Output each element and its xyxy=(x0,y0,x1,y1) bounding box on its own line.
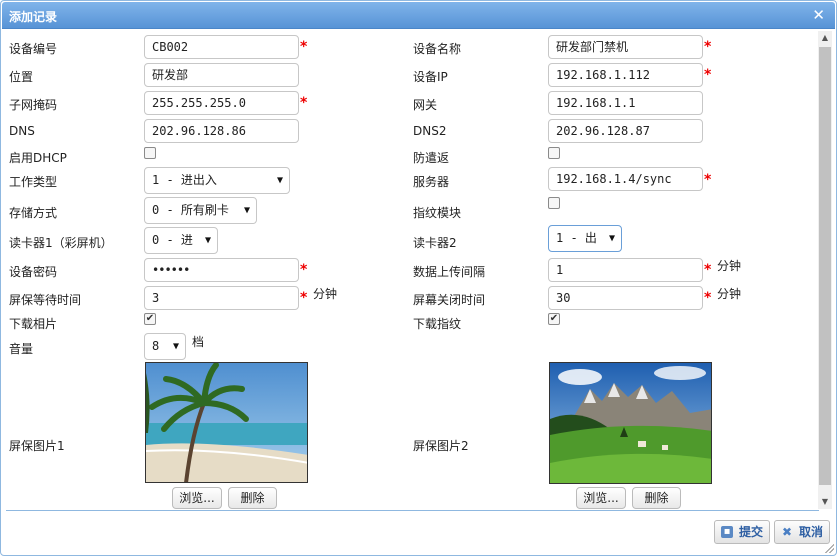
screensaver-wait-input[interactable]: 3 xyxy=(144,286,299,310)
pic1-browse-button[interactable]: 浏览... xyxy=(172,487,222,509)
reader1-label: 读卡器1（彩屏机） xyxy=(9,236,113,250)
submit-button[interactable]: ▪ 提交 xyxy=(714,520,770,544)
dropdown-arrow-icon: ▼ xyxy=(243,205,250,216)
device-name-label: 设备名称 xyxy=(413,42,462,56)
dns-label: DNS xyxy=(9,124,35,138)
download-fingerprint-label: 下载指纹 xyxy=(413,317,462,331)
close-icon[interactable]: ✕ xyxy=(812,7,825,23)
required-mark: * xyxy=(704,67,712,83)
antipassback-checkbox[interactable] xyxy=(548,147,560,159)
footer-divider xyxy=(6,510,819,511)
screensaver-wait-unit: 分钟 xyxy=(313,287,338,301)
volume-label: 音量 xyxy=(9,342,34,356)
dropdown-arrow-icon: ▼ xyxy=(172,341,179,352)
screen-off-input[interactable]: 30 xyxy=(548,286,703,310)
work-type-select[interactable]: 1 - 进出入 ▼ xyxy=(144,167,290,194)
subnet-input[interactable]: 255.255.255.0 xyxy=(144,91,299,115)
dns2-label: DNS2 xyxy=(413,124,447,138)
scroll-up-icon[interactable]: ▲ xyxy=(818,31,832,45)
volume-unit: 档 xyxy=(192,335,205,349)
storage-select[interactable]: 0 - 所有刷卡 ▼ xyxy=(144,197,257,224)
required-mark: * xyxy=(704,39,712,55)
screensaver-wait-label: 屏保等待时间 xyxy=(9,293,82,307)
required-mark: * xyxy=(704,262,712,278)
gateway-label: 网关 xyxy=(413,98,438,112)
pic1-label: 屏保图片1 xyxy=(9,439,65,453)
device-ip-label: 设备IP xyxy=(413,70,448,84)
scrollbar-thumb[interactable] xyxy=(819,47,831,485)
screen-off-label: 屏幕关闭时间 xyxy=(413,293,486,307)
server-label: 服务器 xyxy=(413,175,450,189)
upload-interval-unit: 分钟 xyxy=(717,259,742,273)
required-mark: * xyxy=(704,172,712,188)
server-input[interactable]: 192.168.1.4/sync xyxy=(548,167,703,191)
required-mark: * xyxy=(300,95,308,111)
dialog-title: 添加记录 xyxy=(9,10,58,24)
download-photo-checkbox[interactable]: ✔ xyxy=(144,313,156,325)
cancel-label: 取消 xyxy=(799,525,824,539)
pic2-delete-button[interactable]: 删除 xyxy=(632,487,681,509)
pic2-label: 屏保图片2 xyxy=(413,439,469,453)
location-label: 位置 xyxy=(9,70,34,84)
save-icon: ▪ xyxy=(721,526,733,538)
dropdown-arrow-icon: ▼ xyxy=(276,175,283,186)
add-record-dialog: 添加记录 ✕ 设备编号 CB002 * 设备名称 研发部门禁机 * 位置 研发部… xyxy=(0,0,837,556)
device-no-input[interactable]: CB002 xyxy=(144,35,299,59)
volume-select[interactable]: 8 ▼ xyxy=(144,333,186,360)
dns2-input[interactable]: 202.96.128.87 xyxy=(548,119,703,143)
cancel-button[interactable]: ✖ 取消 xyxy=(774,520,830,544)
mountain-photo xyxy=(549,362,712,484)
location-input[interactable]: 研发部 xyxy=(144,63,299,87)
beach-photo xyxy=(145,362,308,483)
screen-off-unit: 分钟 xyxy=(717,287,742,301)
upload-interval-input[interactable]: 1 xyxy=(548,258,703,282)
cancel-icon: ✖ xyxy=(781,525,793,539)
required-mark: * xyxy=(300,262,308,278)
dns-input[interactable]: 202.96.128.86 xyxy=(144,119,299,143)
work-type-value: 1 - 进出入 xyxy=(152,173,217,187)
download-fingerprint-checkbox[interactable]: ✔ xyxy=(548,313,560,325)
storage-label: 存储方式 xyxy=(9,206,58,220)
fingerprint-module-checkbox[interactable] xyxy=(548,197,560,209)
subnet-label: 子网掩码 xyxy=(9,98,58,112)
reader2-value: 1 - 出 xyxy=(556,231,597,245)
volume-value: 8 xyxy=(152,339,160,353)
required-mark: * xyxy=(300,290,308,306)
reader1-select[interactable]: 0 - 进 ▼ xyxy=(144,227,218,254)
dhcp-label: 启用DHCP xyxy=(9,151,67,165)
reader2-select[interactable]: 1 - 出 ▼ xyxy=(548,225,622,252)
antipassback-label: 防遣返 xyxy=(413,151,450,165)
pic1-delete-button[interactable]: 删除 xyxy=(228,487,277,509)
storage-value: 0 - 所有刷卡 xyxy=(152,203,229,217)
dropdown-arrow-icon: ▼ xyxy=(204,235,211,246)
dialog-titlebar[interactable]: 添加记录 ✕ xyxy=(2,2,835,29)
password-label: 设备密码 xyxy=(9,265,58,279)
form-body: 设备编号 CB002 * 设备名称 研发部门禁机 * 位置 研发部 设备IP 1… xyxy=(1,31,817,509)
device-ip-input[interactable]: 192.168.1.112 xyxy=(548,63,703,87)
reader1-value: 0 - 进 xyxy=(152,233,193,247)
pic2-browse-button[interactable]: 浏览... xyxy=(576,487,626,509)
password-input[interactable]: •••••• xyxy=(144,258,299,282)
device-no-label: 设备编号 xyxy=(9,42,58,56)
submit-label: 提交 xyxy=(739,525,764,539)
gateway-input[interactable]: 192.168.1.1 xyxy=(548,91,703,115)
resize-grip-icon[interactable] xyxy=(824,543,834,553)
fingerprint-module-label: 指纹模块 xyxy=(413,206,462,220)
required-mark: * xyxy=(300,39,308,55)
work-type-label: 工作类型 xyxy=(9,175,58,189)
vertical-scrollbar[interactable]: ▲ ▼ xyxy=(818,31,832,509)
upload-interval-label: 数据上传间隔 xyxy=(413,265,486,279)
device-name-input[interactable]: 研发部门禁机 xyxy=(548,35,703,59)
download-photo-label: 下载相片 xyxy=(9,317,58,331)
dropdown-arrow-icon: ▼ xyxy=(608,233,615,244)
reader2-label: 读卡器2 xyxy=(413,236,457,250)
dhcp-checkbox[interactable] xyxy=(144,147,156,159)
required-mark: * xyxy=(704,290,712,306)
scroll-down-icon[interactable]: ▼ xyxy=(818,495,832,509)
